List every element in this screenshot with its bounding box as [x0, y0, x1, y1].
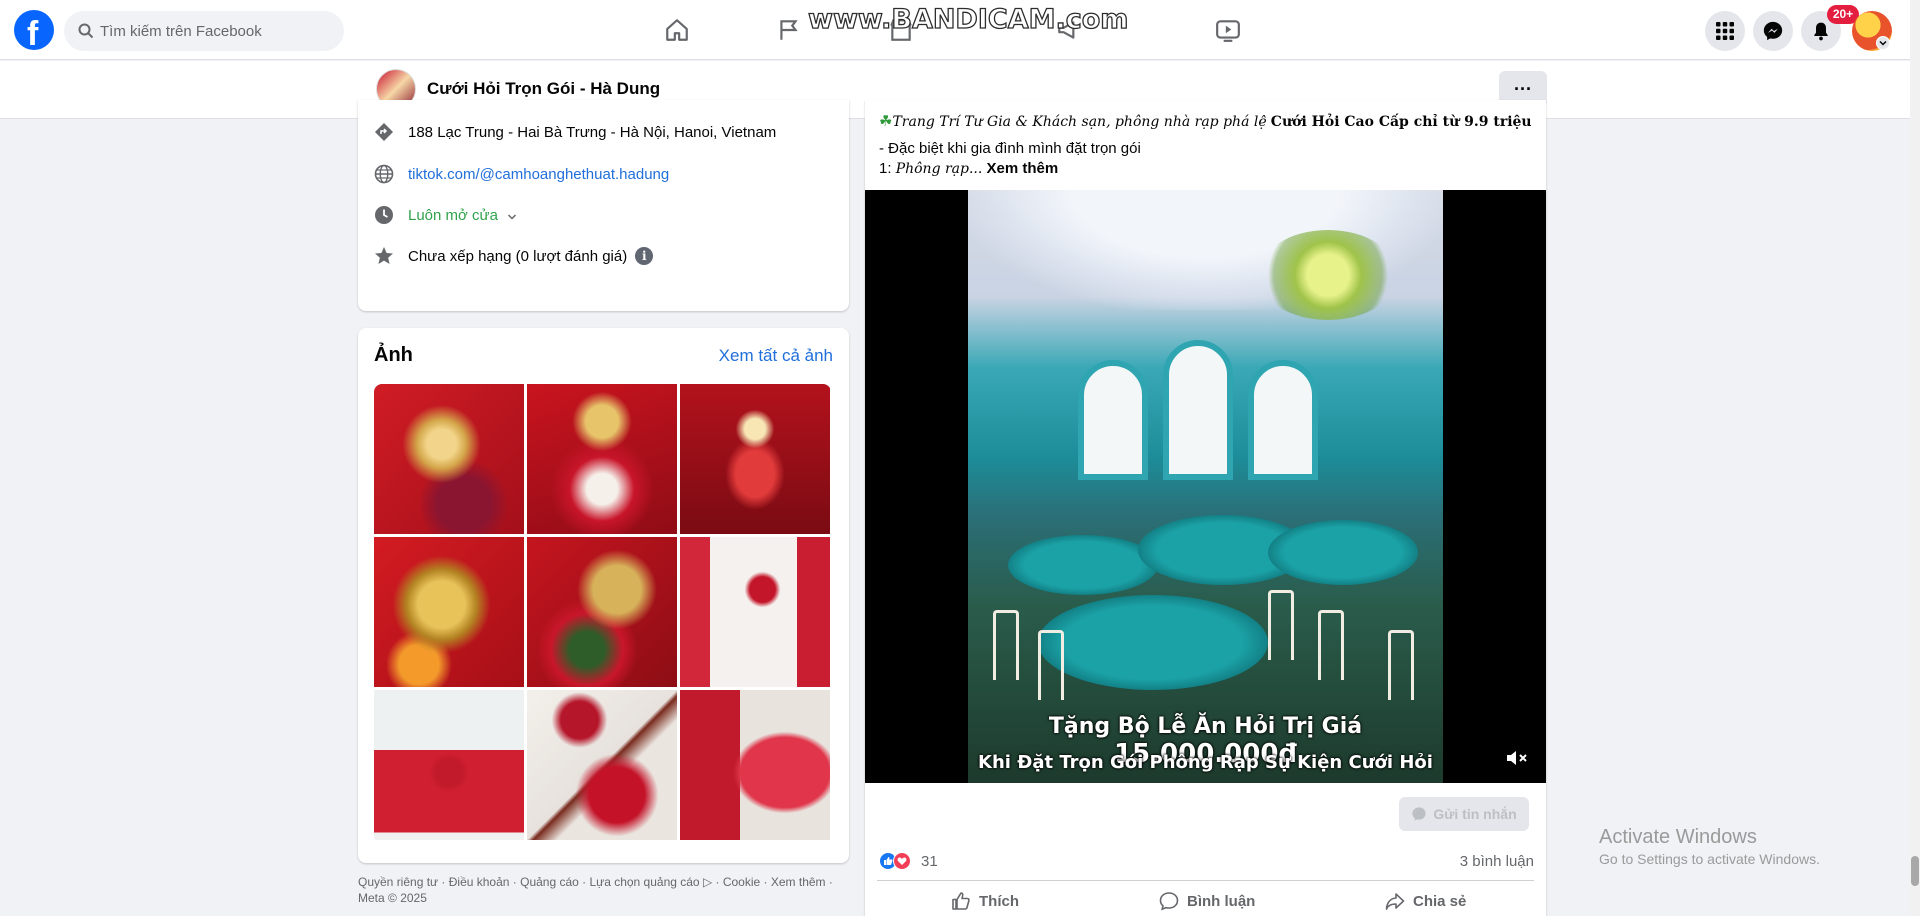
photo-thumbnail[interactable]: [374, 384, 524, 534]
chair: [1038, 630, 1064, 700]
address-text: 188 Lạc Trung - Hai Bà Trưng - Hà Nội, H…: [408, 123, 777, 141]
photo-thumbnail[interactable]: [527, 690, 677, 840]
photo-thumbnail[interactable]: [680, 537, 830, 687]
see-all-photos-link[interactable]: Xem tất cả ảnh: [719, 346, 833, 366]
video-player[interactable]: Tặng Bộ Lễ Ăn Hỏi Trị Giá 15.000.000đ Kh…: [865, 190, 1546, 783]
chair: [1388, 630, 1414, 700]
messenger-icon: [1763, 21, 1783, 41]
chair: [1268, 590, 1294, 660]
send-message-label: Gửi tin nhắn: [1433, 806, 1517, 822]
account-chevron-icon[interactable]: [1876, 36, 1890, 50]
reaction-count: 31: [921, 852, 938, 870]
chair: [993, 610, 1019, 680]
stage-arch: [1078, 360, 1148, 480]
photo-thumbnail[interactable]: [680, 384, 830, 534]
website-link[interactable]: tiktok.com/@camhoanghethuat.hadung: [408, 166, 669, 183]
search-box[interactable]: [64, 11, 344, 51]
grid-menu-icon: [1716, 22, 1734, 40]
banquet-table: [1008, 535, 1158, 595]
video-caption-line2: Khi Đặt Trọn Gói Phông Rạp Sự Kiện Cưới …: [978, 752, 1433, 773]
post-italic-text: Trang Trí Tư Gia & Khách sạn, phông nhà …: [892, 114, 1267, 130]
mute-icon[interactable]: [1505, 748, 1531, 770]
like-button[interactable]: Thích: [951, 886, 1019, 916]
facebook-logo[interactable]: f: [14, 10, 54, 53]
share-label: Chia sẻ: [1413, 892, 1467, 910]
menu-button[interactable]: [1705, 11, 1745, 51]
bandicam-watermark: www.BANDICAM.com: [807, 3, 1129, 35]
bell-icon: [1814, 22, 1828, 41]
intro-card: 188 Lạc Trung - Hai Bà Trưng - Hà Nội, H…: [358, 100, 849, 311]
like-label: Thích: [979, 892, 1019, 910]
top-navigation-bar: f www.BANDICAM.com 20+: [0, 0, 1910, 60]
address-row: 188 Lạc Trung - Hai Bà Trưng - Hà Nội, H…: [374, 122, 776, 142]
reactions-summary[interactable]: 31: [879, 852, 938, 870]
video-play-icon: [1216, 20, 1240, 42]
video-frame[interactable]: Tặng Bộ Lễ Ăn Hỏi Trị Giá 15.000.000đ Kh…: [968, 190, 1443, 783]
page-title[interactable]: Cưới Hỏi Trọn Gói - Hà Dung: [427, 79, 660, 99]
page-scrollbar-track[interactable]: [1910, 0, 1920, 916]
page-scrollbar-thumb[interactable]: [1911, 856, 1919, 886]
website-row: tiktok.com/@camhoanghethuat.hadung: [374, 164, 669, 184]
stage-arch: [1163, 340, 1233, 480]
star-icon: [374, 246, 394, 266]
banquet-table: [1268, 520, 1418, 585]
post-bold-text: Cưới Hỏi Cao Cấp chỉ từ 9.9 triệu: [1270, 114, 1532, 130]
rating-row: Chưa xếp hạng (0 lượt đánh giá) i: [374, 246, 654, 266]
activate-windows-title: Activate Windows: [1599, 826, 1757, 848]
post-text-line1: ☘Trang Trí Tư Gia & Khách sạn, phông nhà…: [879, 112, 1532, 130]
info-icon[interactable]: i: [635, 247, 654, 265]
footer-links[interactable]: Quyền riêng tư · Điều khoản · Quảng cáo …: [358, 874, 849, 906]
activate-windows-subtitle: Go to Settings to activate Windows.: [1599, 851, 1820, 867]
stage-arch: [1248, 360, 1318, 480]
hours-status[interactable]: Luôn mở cửa: [408, 207, 498, 224]
photo-thumbnail[interactable]: [680, 690, 830, 840]
see-more-link[interactable]: Xem thêm: [987, 160, 1059, 177]
home-icon: [666, 19, 688, 41]
share-button[interactable]: Chia sẻ: [1385, 886, 1466, 916]
video-caption-prefix: Tặng Bộ Lễ Ăn Hỏi Trị Giá: [1048, 714, 1363, 739]
photos-title: Ảnh: [374, 344, 413, 366]
facebook-logo-letter: f: [27, 15, 39, 53]
photo-thumbnail[interactable]: [527, 537, 677, 687]
photo-grid: [374, 384, 831, 844]
comment-label: Bình luận: [1187, 892, 1256, 910]
search-icon: [78, 23, 94, 39]
flower-chandelier: [1258, 230, 1398, 320]
thumbs-up-icon: [952, 892, 970, 910]
rating-text: Chưa xếp hạng (0 lượt đánh giá): [408, 247, 628, 265]
photo-thumbnail[interactable]: [374, 537, 524, 687]
post-text-line3: 1: Phông rạp... Xem thêm: [879, 160, 1058, 177]
photo-thumbnail[interactable]: [374, 690, 524, 840]
comment-button[interactable]: Bình luận: [1159, 886, 1255, 916]
post-card: ☘Trang Trí Tư Gia & Khách sạn, phông nhà…: [865, 100, 1546, 916]
send-message-button[interactable]: Gửi tin nhắn: [1399, 797, 1529, 831]
banquet-table: [1038, 595, 1268, 690]
clock-icon: [374, 205, 394, 225]
clover-icon: ☘: [879, 113, 893, 130]
chevron-down-icon[interactable]: [506, 211, 518, 223]
messenger-button[interactable]: [1753, 11, 1793, 51]
love-reaction-icon: [893, 852, 911, 870]
flag-icon: [780, 20, 798, 40]
nav-tab-video[interactable]: [1172, 0, 1284, 60]
comment-count[interactable]: 3 bình luận: [1460, 853, 1534, 870]
messenger-icon: [1412, 807, 1427, 821]
chair: [1318, 610, 1344, 680]
photos-card: Ảnh Xem tất cả ảnh: [358, 328, 849, 863]
globe-icon: [374, 164, 394, 184]
comment-bubble-icon: [1159, 892, 1179, 911]
post-text-line2: - Đặc biệt khi gia đình mình đặt trọn gó…: [879, 140, 1141, 157]
share-arrow-icon: [1385, 893, 1405, 910]
photo-thumbnail[interactable]: [527, 384, 677, 534]
windows-activation-watermark: Activate Windows Go to Settings to activ…: [1599, 826, 1820, 867]
post-divider: [877, 880, 1534, 881]
post-line3-italic: Phông rạp...: [895, 161, 983, 177]
post-line3-prefix: 1:: [879, 160, 892, 177]
hours-row[interactable]: Luôn mở cửa: [374, 205, 518, 225]
nav-tab-home[interactable]: [621, 0, 733, 60]
location-pin-icon: [374, 122, 394, 142]
search-input[interactable]: [100, 11, 330, 51]
